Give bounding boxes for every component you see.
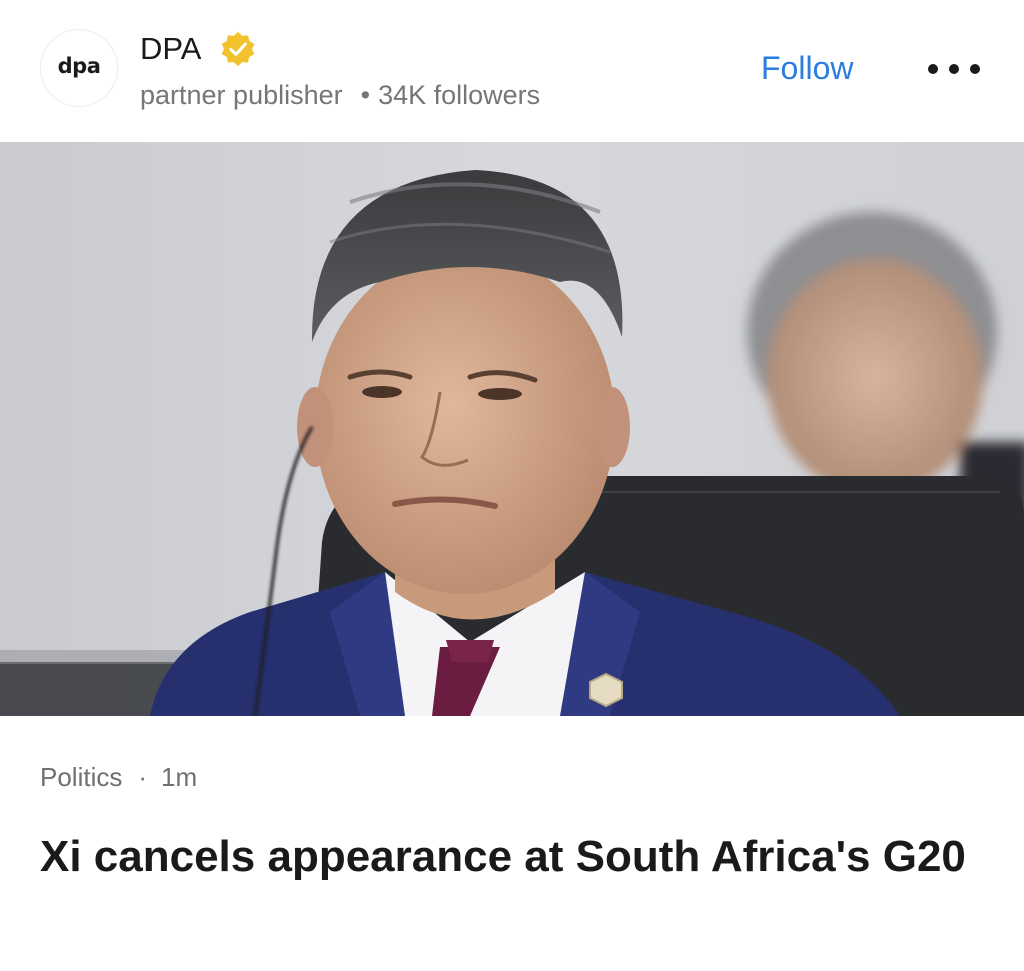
follow-button[interactable]: Follow	[761, 48, 853, 88]
more-options-icon[interactable]	[928, 56, 980, 82]
article-category[interactable]: Politics	[40, 762, 122, 792]
more-dot	[970, 64, 980, 74]
article-hero-image[interactable]	[0, 142, 1024, 716]
publisher-logo[interactable]: dpa	[40, 29, 118, 107]
meta-separator: ·	[138, 762, 148, 792]
verified-badge-icon	[221, 31, 255, 67]
publisher-type: partner publisher	[140, 80, 343, 110]
publisher-name[interactable]: DPA	[140, 30, 201, 68]
article-headline[interactable]: Xi cancels appearance at South Africa's …	[40, 826, 1000, 888]
hero-photo-illustration	[0, 142, 1024, 716]
meta-separator: •	[360, 80, 371, 110]
publisher-logo-text: dpa	[57, 54, 101, 78]
more-dot	[928, 64, 938, 74]
article-time: 1m	[161, 762, 198, 792]
publisher-meta: partner publisher • 34K followers	[140, 78, 540, 112]
follower-count: 34K followers	[378, 80, 541, 110]
publisher-header: dpa DPA partner publisher • 34K followers …	[0, 0, 1024, 142]
article-meta: Politics · 1m	[40, 760, 197, 794]
article-card[interactable]: dpa DPA partner publisher • 34K followers …	[0, 0, 1024, 971]
more-dot	[949, 64, 959, 74]
